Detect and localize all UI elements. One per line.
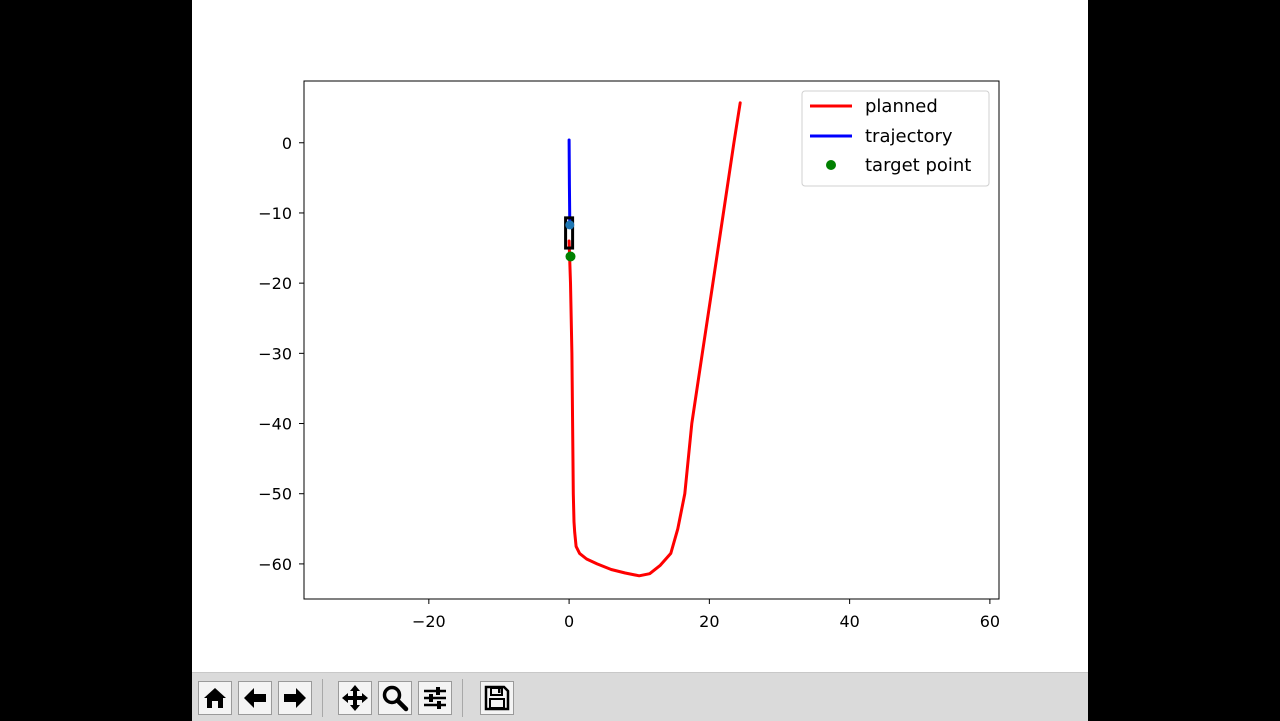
save-icon — [484, 685, 510, 711]
back-button[interactable] — [238, 681, 272, 715]
pan-button[interactable] — [338, 681, 372, 715]
figure-canvas: 0 −10 −20 −30 −40 −50 −60 −20 0 20 40 60 planned t… — [192, 0, 1088, 672]
y-tick-label: 0 — [282, 134, 292, 153]
home-button[interactable] — [198, 681, 232, 715]
y-tick-label: −50 — [258, 485, 292, 504]
y-axis: 0 −10 −20 −30 −40 −50 −60 — [258, 134, 304, 574]
legend-marker-target-point — [826, 160, 836, 170]
toolbar-separator — [322, 679, 323, 717]
legend-label-planned: planned — [865, 96, 938, 117]
forward-button[interactable] — [278, 681, 312, 715]
x-tick-label: −20 — [412, 612, 446, 631]
pan-icon — [342, 685, 368, 711]
legend: planned trajectory target point — [801, 90, 990, 187]
zoom-icon — [382, 685, 409, 712]
back-icon — [244, 688, 266, 708]
x-tick-label: 0 — [564, 612, 574, 631]
configure-subplots-icon — [424, 687, 446, 709]
vehicle-marker — [565, 220, 575, 230]
legend-label-trajectory: trajectory — [865, 126, 953, 147]
figure-window: 0 −10 −20 −30 −40 −50 −60 −20 0 20 40 60 planned t… — [192, 0, 1088, 721]
configure-subplots-button[interactable] — [418, 681, 452, 715]
navigation-toolbar — [192, 672, 1088, 721]
x-axis: −20 0 20 40 60 — [412, 599, 1000, 631]
series-trajectory — [567, 138, 572, 225]
y-tick-label: −10 — [258, 204, 292, 223]
legend-label-target-point: target point — [865, 155, 971, 176]
x-tick-label: 20 — [699, 612, 719, 631]
chart: 0 −10 −20 −30 −40 −50 −60 −20 0 20 40 60 planned t… — [258, 80, 1000, 631]
toolbar-separator — [462, 679, 463, 717]
x-tick-label: 60 — [980, 612, 1000, 631]
y-tick-label: −20 — [258, 274, 292, 293]
save-button[interactable] — [480, 681, 514, 715]
y-tick-label: −30 — [258, 344, 292, 363]
zoom-button[interactable] — [378, 681, 412, 715]
y-tick-label: −60 — [258, 555, 292, 574]
target-point-marker — [565, 251, 576, 262]
home-icon — [204, 688, 226, 708]
forward-icon — [284, 688, 306, 708]
x-tick-label: 40 — [839, 612, 859, 631]
y-tick-label: −40 — [258, 415, 292, 434]
